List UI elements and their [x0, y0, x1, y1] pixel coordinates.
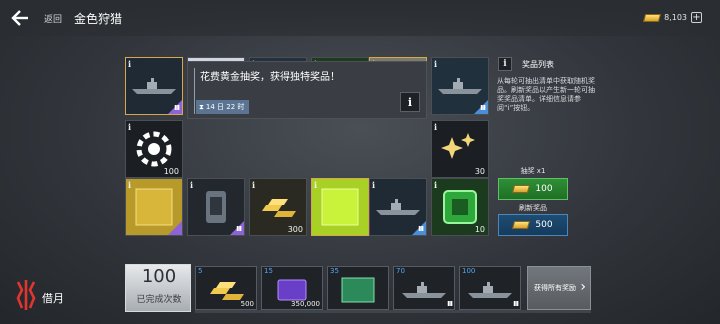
progress-track	[195, 310, 591, 313]
completed-count: 100	[141, 266, 177, 287]
game-logo-icon	[16, 280, 36, 310]
gold-currency: 8,103 +	[643, 12, 702, 23]
reward-qty: 300	[287, 225, 303, 234]
info-icon[interactable]: i	[434, 59, 437, 69]
reward-tile[interactable]: i III	[125, 57, 183, 115]
reward-tile[interactable]: i	[311, 178, 369, 236]
add-gold-button[interactable]: +	[691, 12, 702, 23]
lime-plate-icon	[312, 179, 368, 235]
milestone-level: 70	[396, 267, 405, 275]
gold-icon	[512, 221, 531, 229]
milestone-reward[interactable]: 70 III	[393, 266, 455, 310]
reward-tile[interactable]: i 100	[125, 120, 183, 178]
battleship-icon	[460, 269, 520, 309]
battleship-icon	[394, 269, 454, 309]
clock-icon: ⧗	[199, 102, 204, 111]
claim-all-button[interactable]: 获得所有奖励 ›	[527, 266, 591, 310]
milestone-amount: 350,000	[291, 300, 320, 308]
event-timer: ⧗ 14 日 22 时	[196, 100, 250, 114]
reward-tile[interactable]: i III	[187, 178, 245, 236]
info-icon[interactable]: i	[434, 180, 437, 190]
refresh-button[interactable]: 500	[498, 214, 568, 236]
info-button[interactable]: i	[400, 92, 420, 112]
reward-list-title: 奖品列表	[522, 60, 554, 69]
chevron-right-icon: ›	[580, 279, 586, 295]
info-icon[interactable]: i	[190, 180, 193, 190]
reward-list-info-icon[interactable]: i	[498, 57, 512, 71]
reward-tile[interactable]: i 10	[431, 178, 489, 236]
draw-cost: 100	[535, 184, 553, 194]
milestone-reward[interactable]: 100 III	[459, 266, 521, 310]
milestone-level: 15	[264, 267, 273, 275]
tier-label: III	[447, 300, 453, 308]
info-icon[interactable]: i	[252, 180, 255, 190]
banner-text: 花费黄金抽奖，获得独特奖品！	[200, 72, 340, 83]
reward-qty: 10	[474, 225, 485, 234]
info-icon[interactable]: i	[128, 180, 131, 190]
user-name: 借月	[42, 292, 64, 305]
back-button[interactable]	[8, 8, 34, 28]
reward-qty: 100	[163, 167, 179, 176]
info-icon[interactable]: i	[128, 59, 131, 69]
draw-button[interactable]: 100	[498, 178, 568, 200]
timer-text: 14 日 22 时	[205, 103, 245, 111]
milestone-reward[interactable]: 35	[327, 266, 389, 310]
info-icon[interactable]: i	[314, 180, 317, 190]
gold-amount: 8,103	[664, 13, 687, 22]
gold-icon	[512, 185, 531, 193]
claim-all-label: 获得所有奖励	[534, 284, 576, 292]
reward-tile[interactable]: i III	[431, 57, 489, 115]
refresh-label: 刷新奖品	[519, 204, 547, 212]
milestone-level: 5	[198, 267, 203, 275]
refresh-cost: 500	[535, 220, 553, 230]
milestone-reward[interactable]: 5 500	[195, 266, 257, 310]
page-title: 金色狩猎	[74, 12, 123, 26]
rarity-corner	[168, 221, 182, 235]
milestone-progress: 100 已完成次数 5 500 15 350,000 35 70 III 100 III 获得所…	[125, 264, 593, 314]
completed-label: 已完成次数	[136, 295, 182, 305]
circuit-camo-icon	[328, 269, 388, 309]
tier-label: III	[480, 104, 486, 112]
milestone-reward[interactable]: 15 350,000	[261, 266, 323, 310]
info-icon[interactable]: i	[372, 180, 375, 190]
reward-tile[interactable]: i 30	[431, 120, 489, 178]
reward-tile[interactable]: i 300	[249, 178, 307, 236]
tier-label: III	[236, 225, 242, 233]
reward-list-description: 从每轮可抽出清单中获取随机奖品。刷新奖品以产生新一轮可抽奖奖品清单。详细信息请参…	[497, 77, 595, 112]
reward-qty: 30	[474, 167, 485, 176]
back-label[interactable]: 返回	[44, 12, 62, 25]
draw-label: 抽奖 x1	[520, 167, 546, 175]
back-arrow-icon	[11, 10, 28, 26]
info-icon[interactable]: i	[434, 122, 437, 132]
tier-label: III	[174, 104, 180, 112]
completed-count-box: 100 已完成次数	[125, 264, 191, 312]
reward-tile[interactable]: i III	[369, 178, 427, 236]
info-icon[interactable]: i	[128, 122, 131, 132]
top-bar: 返回 金色狩猎 8,103 +	[0, 0, 720, 36]
event-banner: 花费黄金抽奖，获得独特奖品！ ⧗ 14 日 22 时 i	[187, 61, 427, 119]
milestone-level: 35	[330, 267, 339, 275]
milestone-level: 100	[462, 267, 476, 275]
reward-tile[interactable]: i	[125, 178, 183, 236]
tier-label: III	[513, 300, 519, 308]
milestone-amount: 500	[240, 300, 254, 308]
gold-icon	[643, 13, 662, 22]
tier-label: III	[418, 225, 424, 233]
